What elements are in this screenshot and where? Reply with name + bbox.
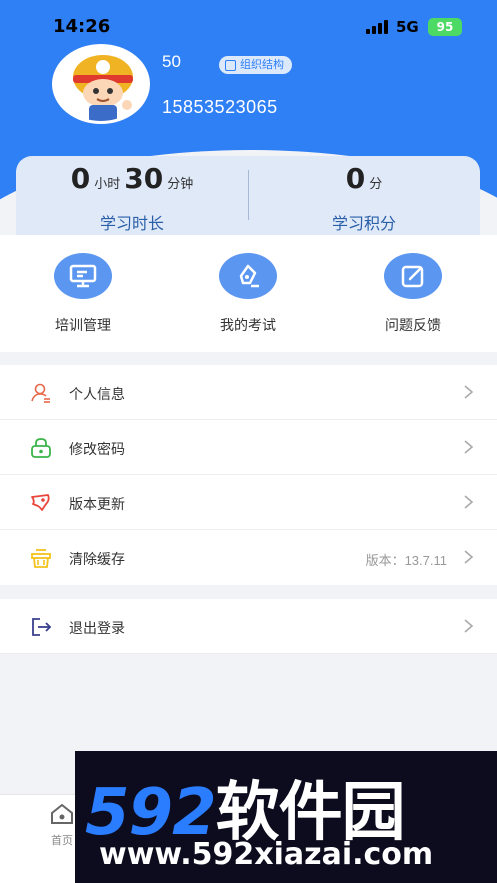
- study-points-unit: 分: [369, 176, 383, 191]
- menu-item-version-update[interactable]: 版本更新: [0, 475, 497, 530]
- training-board-icon: [54, 253, 112, 299]
- org-search-icon: [225, 59, 236, 71]
- watermark-url: www.592xiazai.com: [99, 837, 434, 872]
- network-type: 5G: [396, 18, 419, 36]
- logout-button[interactable]: 退出登录: [0, 599, 497, 654]
- menu-item-personal-info[interactable]: 个人信息: [0, 365, 497, 420]
- study-minutes-unit: 分钟: [167, 176, 194, 191]
- study-points-stat[interactable]: 0 分 学习积分: [248, 156, 480, 236]
- chevron-right-icon: [464, 550, 474, 564]
- menu-item-clear-cache[interactable]: 清除缓存 版本：13.7.11: [0, 530, 497, 585]
- status-bar: 14:26 5G 95: [0, 0, 497, 50]
- menu-label-change-password: 修改密码: [69, 441, 125, 457]
- training-management-button[interactable]: 培训管理: [23, 253, 143, 335]
- quick-actions-panel: 培训管理 我的考试 问题反馈: [0, 235, 497, 352]
- app-version-text: 版本：13.7.11: [365, 553, 447, 568]
- study-time-label: 学习时长: [99, 216, 164, 233]
- org-badge-label: 组织结构: [240, 59, 284, 71]
- study-hours-value: 0: [70, 162, 91, 195]
- chevron-right-icon: [464, 440, 474, 454]
- battery-level: 95: [436, 20, 454, 34]
- settings-menu: 个人信息 修改密码 版本更新 清除缓存 版本：13.7.11: [0, 365, 497, 585]
- user-phone: 15853523065: [162, 97, 278, 117]
- feedback-button[interactable]: 问题反馈: [353, 253, 473, 335]
- status-time: 14:26: [53, 16, 111, 37]
- logout-icon: [32, 618, 52, 636]
- menu-item-change-password[interactable]: 修改密码: [0, 420, 497, 475]
- menu-label-personal-info: 个人信息: [69, 386, 125, 402]
- avatar[interactable]: [52, 44, 150, 124]
- person-icon: [31, 383, 50, 403]
- study-hours-unit: 小时: [94, 176, 121, 191]
- battery-icon: 95: [428, 18, 462, 36]
- home-icon: [51, 803, 73, 824]
- study-time-stat[interactable]: 0 小时 30 分钟 学习时长: [16, 156, 248, 236]
- study-points-value: 0: [345, 162, 366, 195]
- stats-card: 0 小时 30 分钟 学习时长 0 分 学习积分: [16, 156, 480, 236]
- exam-pen-icon: [219, 253, 277, 299]
- logout-label: 退出登录: [69, 620, 125, 636]
- feedback-label: 问题反馈: [385, 317, 441, 333]
- signal-icon: [366, 20, 388, 34]
- org-structure-button[interactable]: 组织结构: [219, 56, 292, 74]
- study-points-label: 学习积分: [331, 216, 396, 233]
- rocket-icon: [31, 494, 50, 511]
- chevron-right-icon: [464, 619, 474, 633]
- user-name: 50: [162, 52, 181, 71]
- study-minutes-value: 30: [124, 162, 164, 195]
- feedback-edit-icon: [384, 253, 442, 299]
- my-exam-label: 我的考试: [220, 317, 276, 333]
- basket-icon: [31, 549, 51, 568]
- site-watermark: 592软件园 www.592xiazai.com: [75, 751, 497, 883]
- menu-label-clear-cache: 清除缓存: [69, 551, 125, 567]
- chevron-right-icon: [464, 495, 474, 509]
- my-exam-button[interactable]: 我的考试: [188, 253, 308, 335]
- lock-icon: [31, 438, 51, 458]
- menu-label-version-update: 版本更新: [69, 496, 125, 512]
- training-management-label: 培训管理: [55, 317, 111, 333]
- chevron-right-icon: [464, 385, 474, 399]
